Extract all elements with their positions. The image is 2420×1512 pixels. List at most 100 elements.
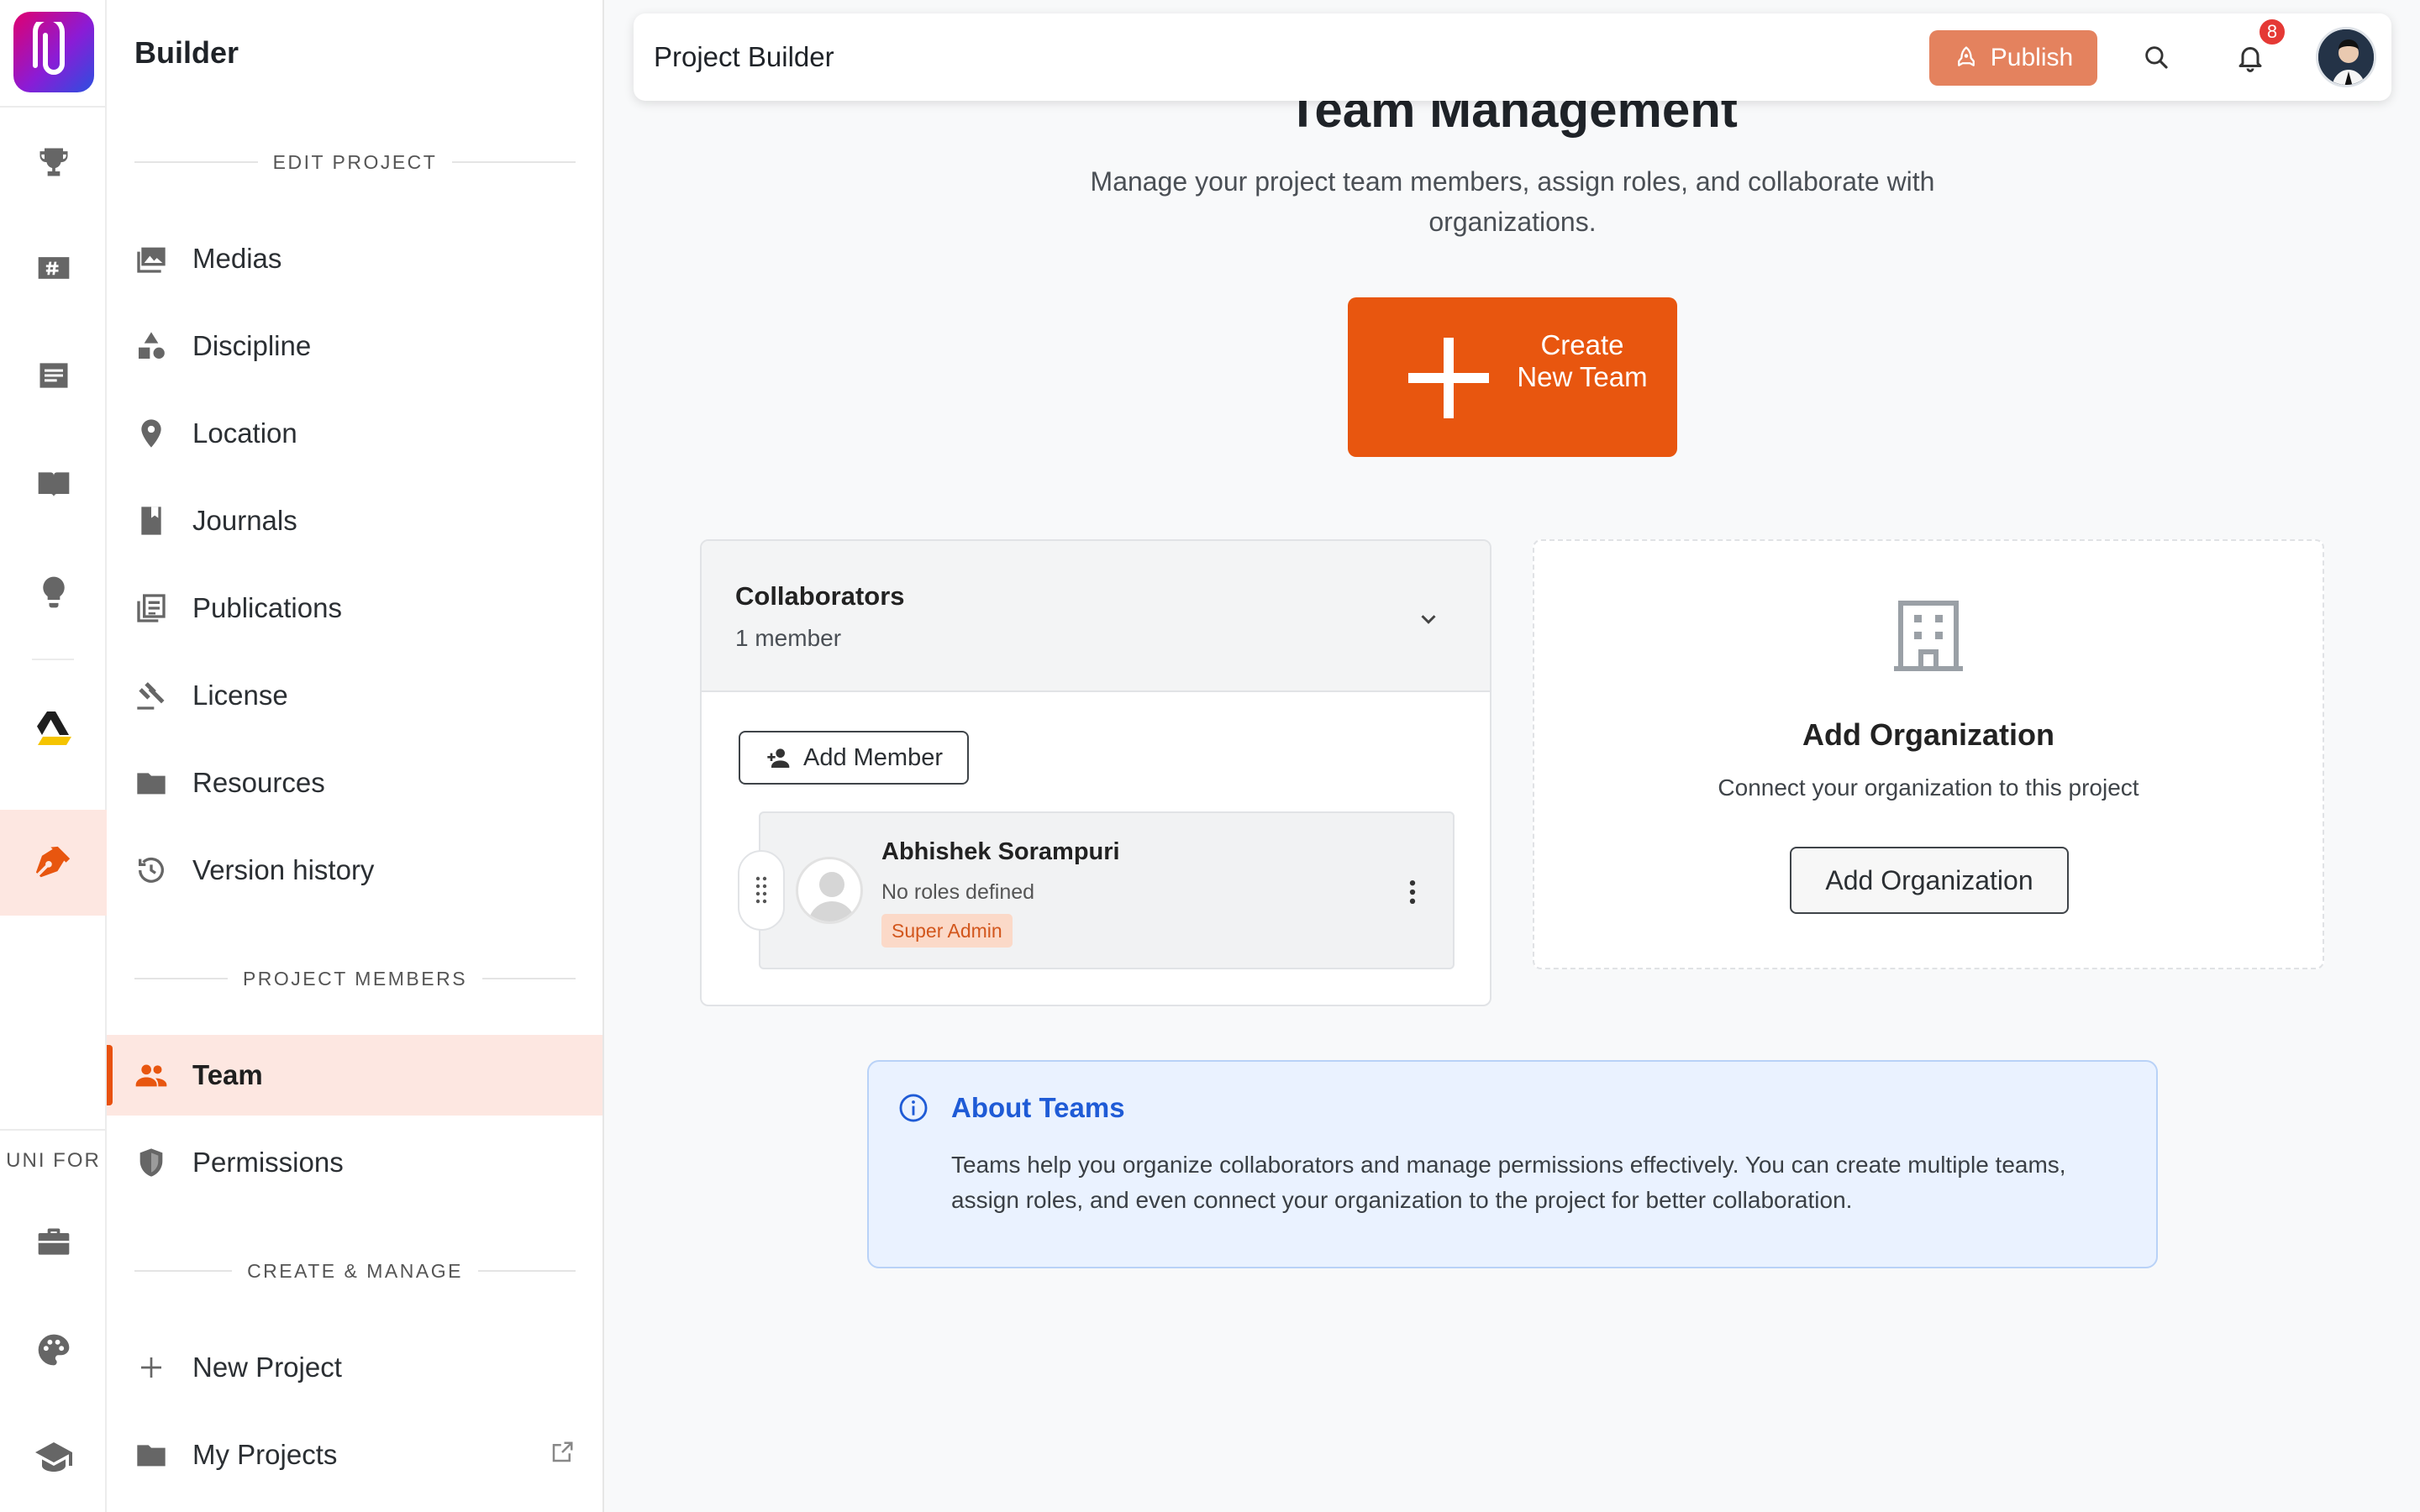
sidebar-item-label: Team bbox=[192, 1059, 263, 1090]
rail-item-design[interactable] bbox=[0, 1304, 107, 1396]
chevron-down-icon[interactable] bbox=[1416, 606, 1441, 632]
section-project-members: PROJECT MEMBERS bbox=[134, 966, 576, 991]
sidebar-item-label: My Projects bbox=[192, 1439, 338, 1470]
folder-icon bbox=[137, 1445, 166, 1467]
sidebar-item-label: Publications bbox=[192, 592, 342, 623]
add-organization-subtitle: Connect your organization to this projec… bbox=[1718, 774, 2139, 801]
default-user-icon bbox=[808, 872, 855, 921]
create-team-label: Create New Team bbox=[1517, 329, 1648, 392]
sidebar-item-label: Version history bbox=[192, 854, 375, 885]
rail-item-education[interactable] bbox=[0, 1411, 107, 1504]
building-icon bbox=[1894, 601, 1963, 671]
add-organization-card: Add Organization Connect your organizati… bbox=[1533, 539, 2324, 969]
plus-icon bbox=[141, 1357, 161, 1378]
sidebar-item-location[interactable]: Location bbox=[107, 393, 602, 474]
bell-icon bbox=[2238, 47, 2262, 72]
sidebar-item-label: New Project bbox=[192, 1352, 342, 1383]
about-title: About Teams bbox=[951, 1092, 1125, 1123]
publish-button[interactable]: Publish bbox=[1929, 30, 2097, 86]
search-icon bbox=[2145, 46, 2168, 69]
sidebar-item-permissions[interactable]: Permissions bbox=[107, 1122, 602, 1203]
briefcase-icon bbox=[38, 1228, 69, 1255]
avatar bbox=[796, 857, 863, 924]
sidebar-item-team[interactable]: Team bbox=[107, 1035, 602, 1116]
sidebar-item-label: Journals bbox=[192, 505, 297, 536]
search-button[interactable] bbox=[2131, 32, 2181, 82]
rail-item-builder[interactable] bbox=[0, 810, 107, 916]
graduation-cap-icon bbox=[34, 1442, 72, 1472]
history-icon bbox=[139, 857, 164, 883]
shield-icon bbox=[139, 1148, 163, 1177]
top-bar: Project Builder Publish 8 bbox=[634, 13, 2391, 101]
member-name: Abhishek Sorampuri bbox=[881, 838, 1120, 865]
sidebar-item-license[interactable]: License bbox=[107, 655, 602, 736]
rocket-icon bbox=[1957, 46, 1975, 66]
create-team-button[interactable]: Create New Team bbox=[1348, 297, 1677, 457]
user-photo-icon bbox=[2318, 29, 2374, 85]
rail-item-hashtags[interactable] bbox=[0, 222, 107, 314]
member-count: 1 member bbox=[735, 625, 842, 651]
add-member-label: Add Member bbox=[802, 743, 943, 771]
sidebar-item-label: Location bbox=[192, 417, 297, 449]
folder-icon bbox=[137, 773, 166, 795]
add-organization-title: Add Organization bbox=[1802, 717, 2054, 752]
location-pin-icon bbox=[141, 419, 161, 448]
drag-handle[interactable] bbox=[738, 850, 785, 931]
sidebar-item-new-project[interactable]: New Project bbox=[107, 1327, 602, 1408]
shapes-icon bbox=[139, 332, 165, 359]
sidebar-item-publications[interactable]: Publications bbox=[107, 568, 602, 648]
section-create-manage: CREATE & MANAGE bbox=[134, 1258, 576, 1284]
sidebar-item-label: Permissions bbox=[192, 1147, 344, 1178]
journal-icon bbox=[141, 507, 161, 535]
page-subtitle: Manage your project team members, assign… bbox=[1090, 166, 1935, 237]
rail-item-articles[interactable] bbox=[0, 329, 107, 422]
user-avatar[interactable] bbox=[2316, 27, 2376, 87]
sidebar-item-medias[interactable]: Medias bbox=[107, 218, 602, 299]
collaborators-header[interactable]: Collaborators 1 member bbox=[702, 541, 1490, 692]
rail-item-jobs[interactable] bbox=[0, 1196, 107, 1289]
sidebar-item-label: License bbox=[192, 680, 288, 711]
publications-icon bbox=[137, 594, 166, 622]
section-edit-project: EDIT PROJECT bbox=[134, 150, 576, 175]
sidebar-item-resources[interactable]: Resources bbox=[107, 743, 602, 823]
topbar-title: Project Builder bbox=[654, 41, 834, 72]
gavel-icon bbox=[137, 682, 165, 710]
trophy-icon bbox=[39, 148, 67, 176]
collaborators-card: Collaborators 1 member Add Member Abhish… bbox=[700, 539, 1491, 1006]
drag-dots-icon bbox=[755, 876, 767, 904]
role-badge: Super Admin bbox=[881, 914, 1013, 948]
plus-icon bbox=[1408, 338, 1489, 418]
rail-item-library[interactable] bbox=[0, 438, 107, 531]
sidebar-item-my-projects[interactable]: My Projects bbox=[107, 1415, 602, 1495]
collaborators-title: Collaborators bbox=[735, 581, 905, 611]
info-icon bbox=[899, 1094, 928, 1122]
rail-item-ideas[interactable] bbox=[0, 546, 107, 638]
sidebar-item-version-history[interactable]: Version history bbox=[107, 830, 602, 911]
rail-item-awards[interactable] bbox=[0, 116, 107, 208]
sidebar-item-discipline[interactable]: Discipline bbox=[107, 306, 602, 386]
add-organization-button[interactable]: Add Organization bbox=[1790, 847, 2069, 914]
sidebar-item-label: Discipline bbox=[192, 330, 312, 361]
notification-badge: 8 bbox=[2257, 17, 2287, 47]
sidebar-item-label: Medias bbox=[192, 243, 282, 274]
external-link-icon bbox=[552, 1441, 573, 1462]
member-row: Abhishek Sorampuri No roles defined Supe… bbox=[759, 811, 1455, 969]
member-roles: No roles defined bbox=[881, 880, 1035, 904]
paperclip-logo-icon bbox=[33, 22, 65, 75]
group-icon bbox=[135, 1064, 167, 1087]
palette-icon bbox=[38, 1334, 69, 1366]
icon-rail: UNI FOR bbox=[0, 0, 107, 1512]
add-member-button[interactable]: Add Member bbox=[739, 731, 969, 785]
more-vertical-icon[interactable] bbox=[1396, 875, 1429, 909]
sidebar-title: Builder bbox=[134, 35, 239, 70]
app-logo[interactable] bbox=[13, 12, 94, 92]
about-text: Teams help you organize collaborators an… bbox=[951, 1152, 2066, 1213]
add-person-icon bbox=[767, 748, 790, 768]
rail-caption: UNI FOR bbox=[6, 1149, 101, 1172]
open-book-icon bbox=[38, 472, 69, 497]
pen-tool-icon bbox=[35, 846, 70, 878]
publish-label: Publish bbox=[1990, 44, 2074, 71]
rail-item-drive[interactable] bbox=[0, 682, 107, 774]
sidebar-item-journals[interactable]: Journals bbox=[107, 480, 602, 561]
lightbulb-icon bbox=[42, 576, 65, 608]
